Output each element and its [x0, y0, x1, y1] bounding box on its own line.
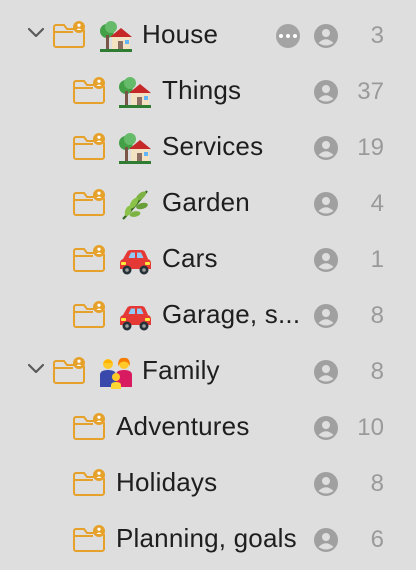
- person-icon: [314, 80, 338, 104]
- shared-folder-icon: [72, 189, 108, 217]
- item-count: 8: [370, 302, 384, 329]
- house-with-garden-icon: [116, 74, 154, 112]
- automobile-icon: [116, 298, 154, 336]
- sidebar-item-cars[interactable]: Cars 1: [0, 229, 416, 285]
- project-sidebar: House 3 Things 37 Services 19 Garden 4 C…: [0, 0, 416, 570]
- person-icon: [314, 24, 338, 48]
- item-count: 10: [357, 414, 384, 441]
- item-count: 6: [370, 526, 384, 553]
- person-icon: [314, 192, 338, 216]
- more-options-button[interactable]: [276, 24, 300, 48]
- item-count: 1: [370, 246, 384, 273]
- person-icon: [314, 304, 338, 328]
- sidebar-item-label: Cars: [162, 243, 218, 273]
- shared-folder-icon: [72, 77, 108, 105]
- sidebar-item-adventures[interactable]: Adventures 10: [0, 397, 416, 453]
- person-icon: [314, 136, 338, 160]
- automobile-icon: [116, 242, 154, 280]
- person-icon: [314, 472, 338, 496]
- sidebar-item-label: House: [142, 19, 219, 49]
- sidebar-item-label: Garage, s...: [162, 299, 301, 329]
- shared-folder-icon: [72, 133, 108, 161]
- sidebar-item-label: Services: [162, 131, 264, 161]
- person-icon: [314, 360, 338, 384]
- person-icon: [314, 248, 338, 272]
- item-count: 19: [357, 134, 384, 161]
- sidebar-item-family[interactable]: Family 8: [0, 341, 416, 397]
- sidebar-item-planning-goals[interactable]: Planning, goals 6: [0, 509, 416, 565]
- sidebar-item-garage[interactable]: Garage, s... 8: [0, 285, 416, 341]
- person-icon: [314, 528, 338, 552]
- sidebar-item-label: Family: [142, 355, 220, 385]
- shared-folder-icon: [52, 21, 88, 49]
- house-with-garden-icon: [116, 130, 154, 168]
- shared-folder-icon: [52, 357, 88, 385]
- item-count: 8: [370, 470, 384, 497]
- house-with-garden-icon: [97, 18, 135, 56]
- shared-folder-icon: [72, 413, 108, 441]
- shared-folder-icon: [72, 301, 108, 329]
- item-count: 8: [370, 358, 384, 385]
- item-count: 3: [370, 22, 384, 49]
- person-icon: [314, 416, 338, 440]
- sidebar-item-garden[interactable]: Garden 4: [0, 173, 416, 229]
- sidebar-item-services[interactable]: Services 19: [0, 117, 416, 173]
- sidebar-item-things[interactable]: Things 37: [0, 61, 416, 117]
- sidebar-item-label: Planning, goals: [116, 523, 297, 553]
- sidebar-item-label: Holidays: [116, 467, 218, 497]
- sidebar-item-label: Adventures: [116, 411, 250, 441]
- herb-icon: [116, 186, 154, 224]
- item-count: 4: [370, 190, 384, 217]
- chevron-down-icon[interactable]: [26, 25, 46, 41]
- sidebar-item-label: Things: [162, 75, 242, 105]
- sidebar-item-house[interactable]: House 3: [0, 5, 416, 61]
- shared-folder-icon: [72, 245, 108, 273]
- item-count: 37: [357, 78, 384, 105]
- sidebar-item-holidays[interactable]: Holidays 8: [0, 453, 416, 509]
- chevron-down-icon[interactable]: [26, 361, 46, 377]
- shared-folder-icon: [72, 525, 108, 553]
- sidebar-item-label: Garden: [162, 187, 250, 217]
- family-icon: [97, 354, 135, 392]
- shared-folder-icon: [72, 469, 108, 497]
